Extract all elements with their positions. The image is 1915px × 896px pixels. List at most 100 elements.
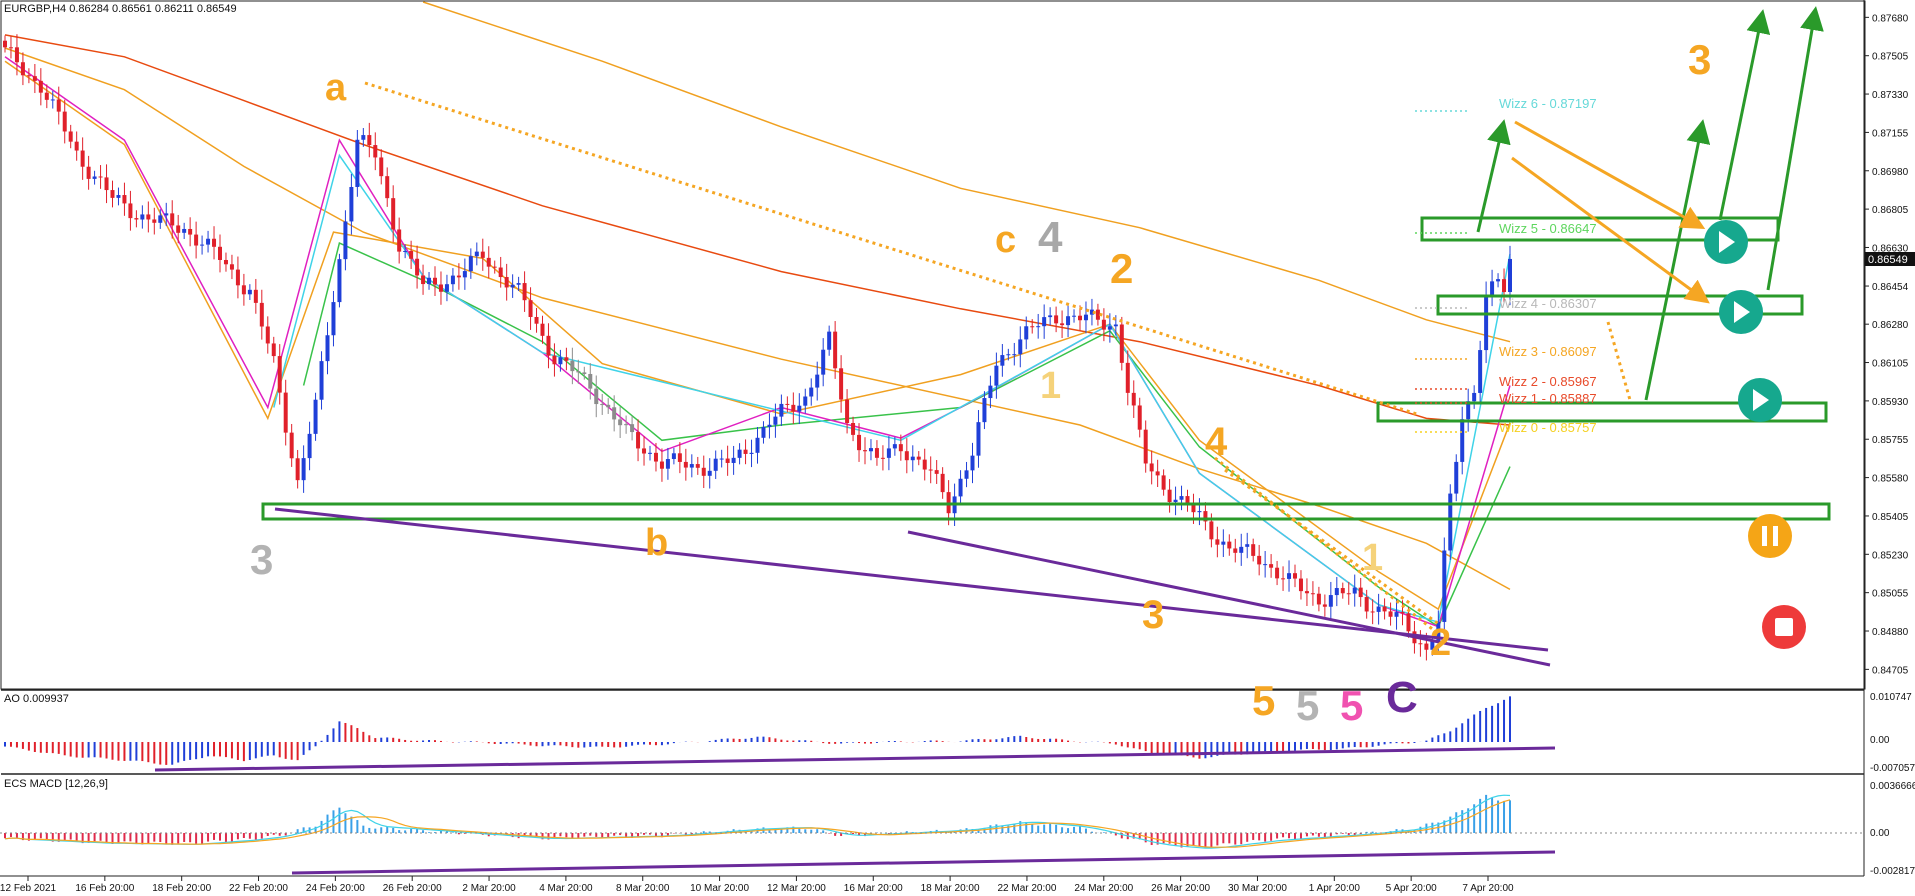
candle-body: [1119, 324, 1124, 363]
stop-button[interactable]: [1762, 605, 1806, 649]
candle-body: [277, 356, 282, 393]
candle-body: [1083, 314, 1088, 321]
ao-title: AO 0.009937: [4, 693, 69, 705]
candle-body: [253, 289, 258, 303]
wave-label-2-orange-2: 2: [1430, 622, 1451, 664]
candle-body: [904, 451, 909, 461]
candle-body: [313, 399, 318, 434]
candle-body: [1310, 593, 1315, 595]
candle-body: [176, 225, 181, 233]
candle-body: [235, 269, 240, 286]
candle-body: [510, 284, 515, 288]
candle-body: [1251, 544, 1256, 556]
candle-body: [749, 452, 754, 454]
candle-body: [1137, 405, 1142, 430]
candle-body: [1400, 612, 1405, 614]
price-tick-label: 0.85930: [1872, 397, 1909, 408]
candle-body: [1197, 511, 1202, 513]
candle-body: [863, 450, 867, 452]
candle-body: [851, 422, 856, 435]
candle-body: [1328, 595, 1333, 607]
price-tick-label: 0.85755: [1872, 435, 1909, 446]
candle-body: [970, 455, 975, 471]
candle-body: [713, 458, 718, 471]
candle-body: [1496, 279, 1501, 282]
candle-body: [791, 404, 796, 412]
candle-body: [498, 267, 503, 278]
chart-background: [0, 0, 1915, 896]
candle-body: [8, 47, 13, 49]
candle-body: [1370, 611, 1375, 613]
candle-body: [468, 256, 473, 272]
time-tick-label: 5 Apr 20:00: [1386, 883, 1438, 894]
candle-body: [1060, 323, 1065, 326]
candle-body: [1161, 475, 1166, 490]
candle-body: [1125, 362, 1130, 393]
price-tick-label: 0.87505: [1872, 52, 1909, 63]
candle-body: [636, 432, 641, 449]
main-chart-title: EURGBP,H4 0.86284 0.86561 0.86211 0.8654…: [4, 3, 237, 15]
candle-body: [1000, 355, 1005, 366]
wizz6-label: Wizz 6 - 0.87197: [1499, 96, 1597, 111]
time-tick-label: 10 Mar 20:00: [690, 883, 749, 894]
price-tick-label: 0.85405: [1872, 512, 1909, 523]
play-button[interactable]: [1719, 290, 1763, 334]
candle-body: [116, 195, 121, 198]
candle-body: [486, 257, 491, 267]
candle-body: [1167, 489, 1172, 503]
candle-body: [1155, 471, 1160, 476]
candle-body: [1054, 315, 1059, 324]
candle-body: [450, 275, 455, 285]
wave-label-5-pink: 5: [1340, 682, 1363, 729]
candle-body: [38, 80, 43, 93]
candle-body: [134, 218, 139, 220]
candle-body: [1352, 587, 1357, 594]
price-tick-label: 0.86454: [1872, 282, 1909, 293]
current-price-label: 0.86549: [1868, 254, 1908, 266]
candle-body: [164, 213, 169, 216]
candle-body: [653, 452, 658, 462]
candle-body: [289, 432, 294, 459]
candle-body: [110, 190, 115, 198]
candle-body: [964, 470, 969, 479]
candle-body: [665, 459, 670, 469]
time-tick-label: 12 Mar 20:00: [767, 883, 826, 894]
candle-body: [1048, 315, 1053, 318]
candle-body: [1394, 612, 1399, 617]
time-tick-label: 18 Feb 20:00: [152, 883, 211, 894]
candle-body: [1298, 578, 1303, 592]
candle-body: [1316, 593, 1321, 605]
candle-body: [1101, 319, 1106, 330]
wave-label-5-grey: 5: [1296, 682, 1319, 729]
candle-body: [600, 404, 605, 406]
time-tick-label: 8 Mar 20:00: [616, 883, 670, 894]
play-button[interactable]: [1704, 220, 1748, 264]
candle-body: [104, 177, 109, 191]
candle-body: [1191, 505, 1196, 513]
pause-button[interactable]: [1748, 514, 1792, 558]
candle-body: [1269, 564, 1274, 568]
candle-body: [1131, 392, 1136, 406]
macd-tick-bottom: -0.0028175: [1870, 866, 1915, 877]
wave-label-3-orange: 3: [1142, 593, 1164, 637]
price-tick-label: 0.87330: [1872, 90, 1909, 101]
candle-body: [1418, 643, 1423, 645]
candle-body: [212, 238, 217, 247]
wave-label-3-target: 3: [1688, 36, 1711, 83]
time-tick-label: 12 Feb 2021: [0, 883, 57, 894]
candle-body: [128, 203, 133, 219]
candle-body: [1304, 591, 1309, 594]
candle-body: [140, 214, 145, 220]
candle-body: [755, 437, 760, 453]
candle-body: [868, 448, 873, 452]
candle-body: [1502, 279, 1507, 293]
candle-body: [98, 176, 103, 178]
play-button[interactable]: [1738, 378, 1782, 422]
candle-body: [1340, 588, 1345, 594]
candle-body: [618, 419, 623, 426]
candle-body: [1382, 606, 1387, 612]
candle-body: [648, 452, 652, 454]
candle-body: [229, 264, 234, 270]
candle-body: [474, 251, 479, 257]
candle-body: [833, 331, 838, 369]
